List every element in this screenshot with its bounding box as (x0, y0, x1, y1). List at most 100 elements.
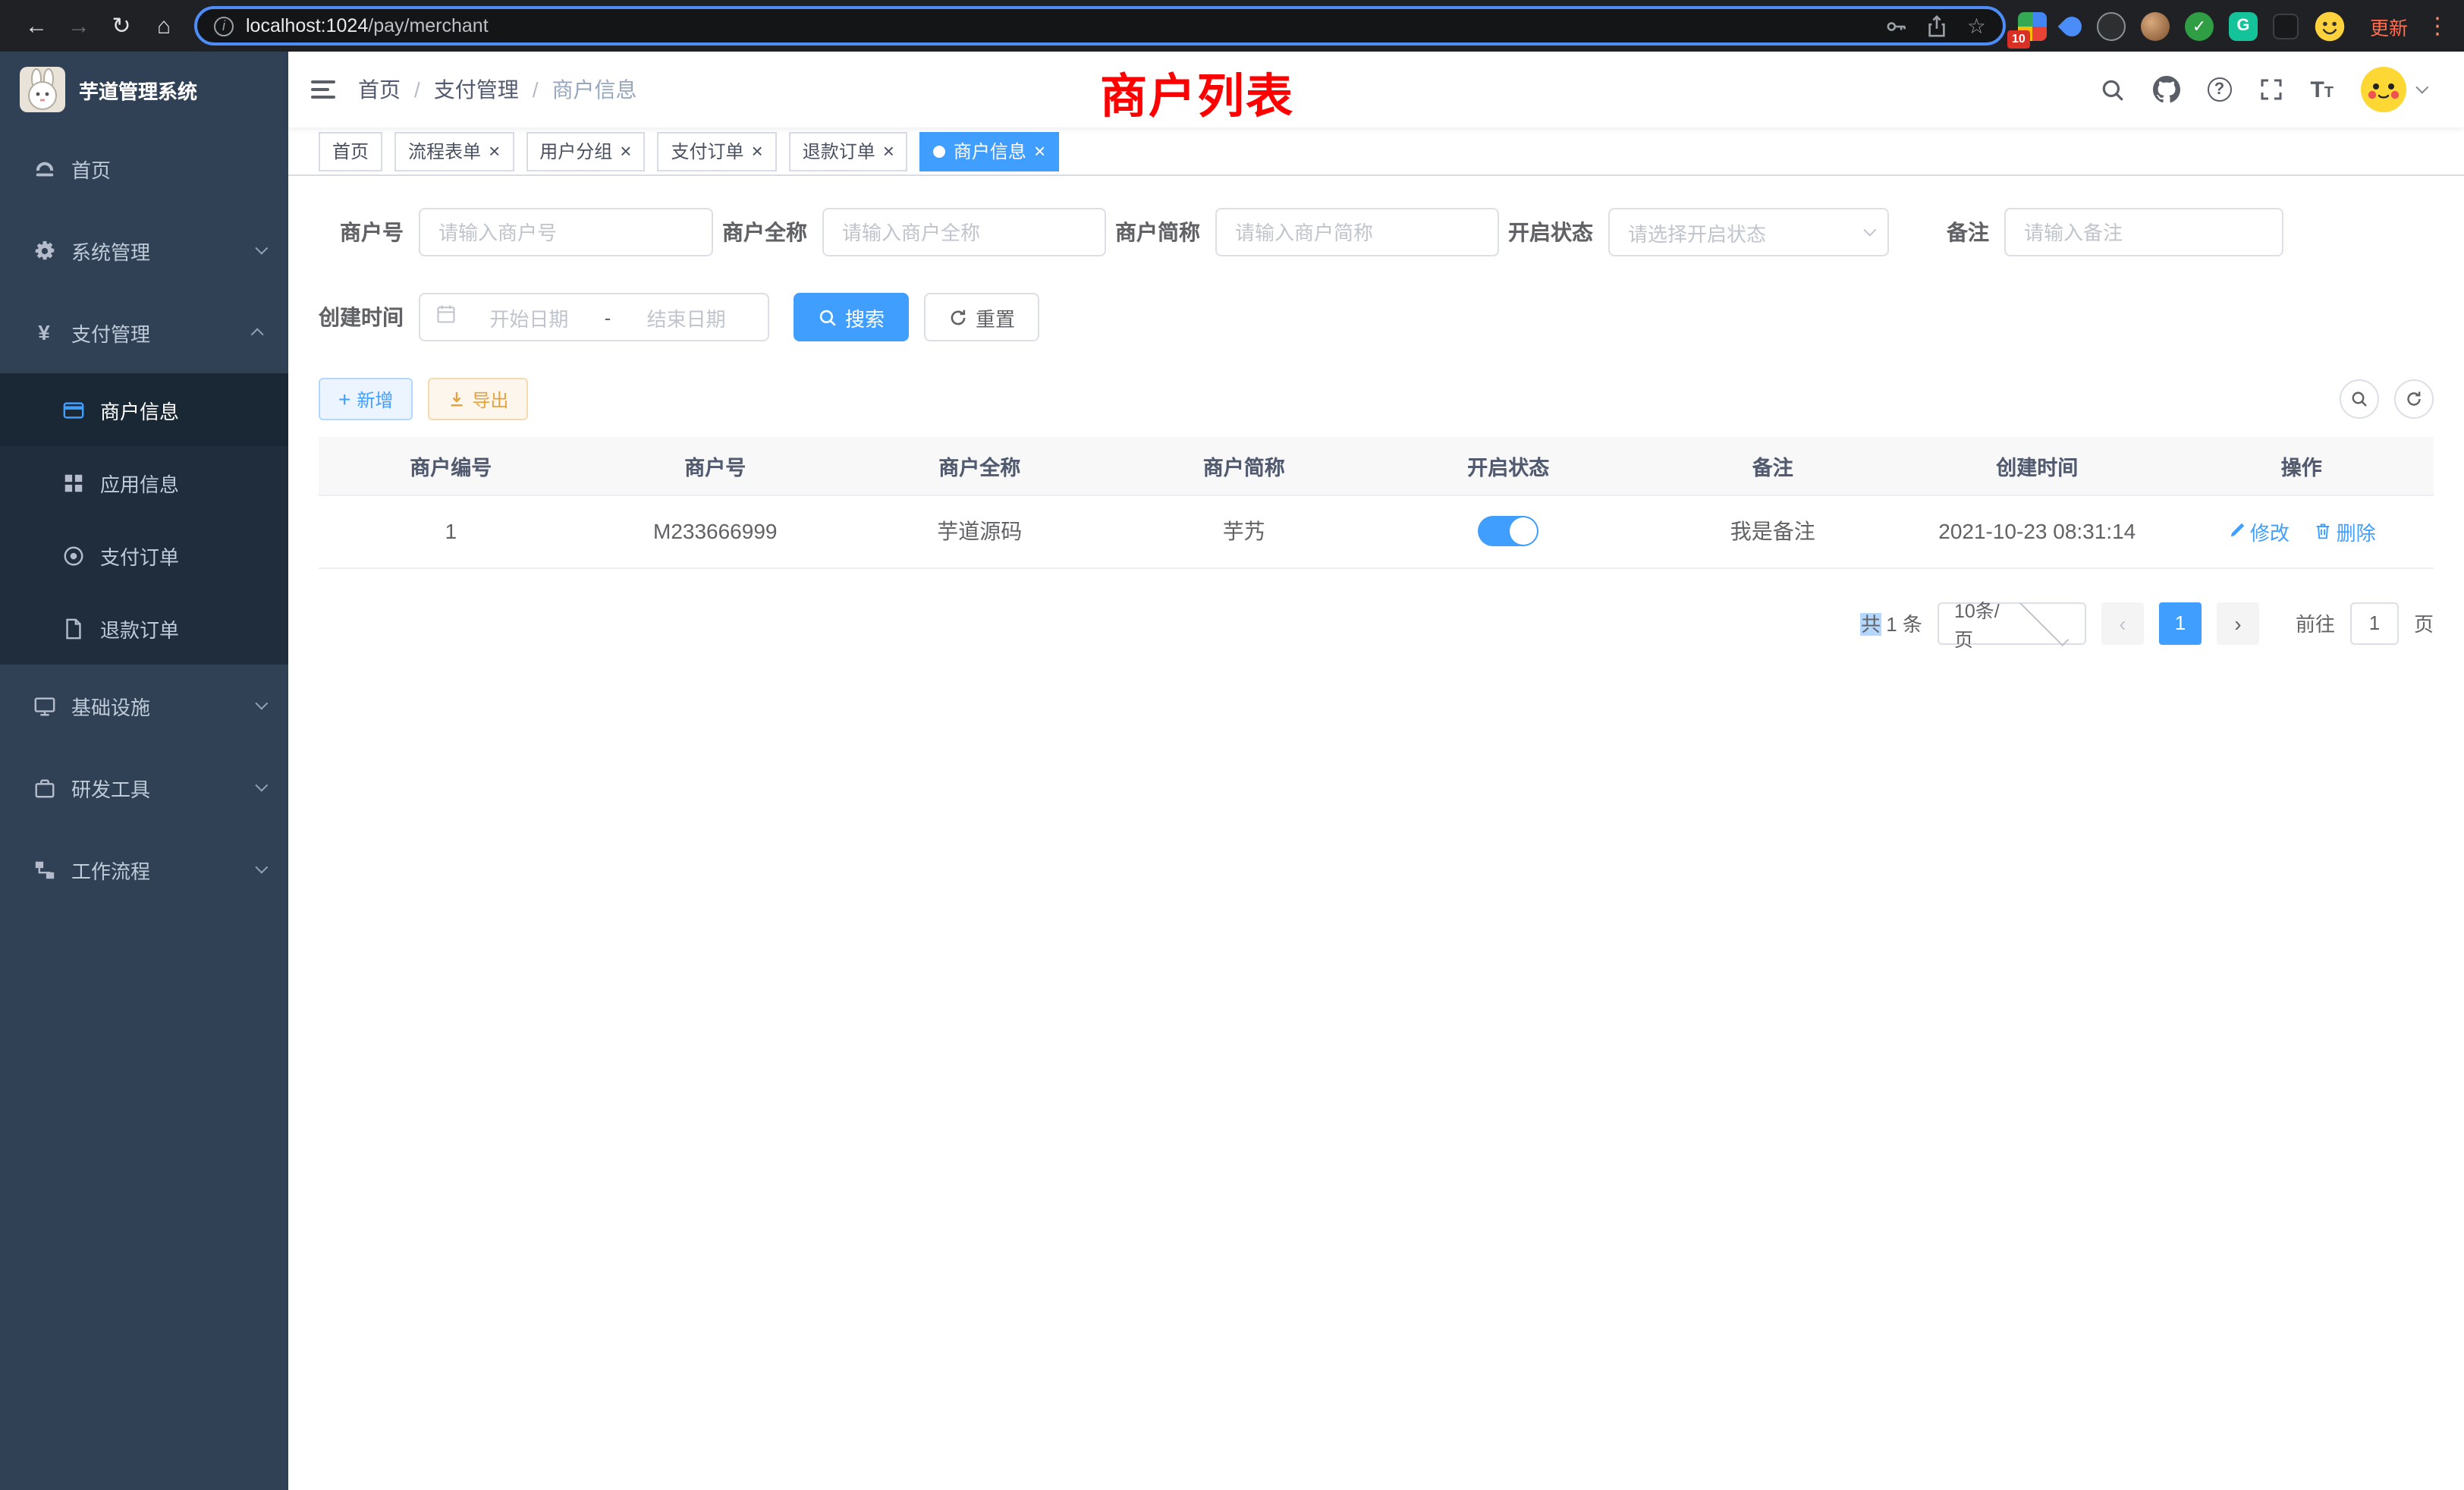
full-name-input[interactable] (822, 208, 1106, 256)
chevron-down-icon (255, 242, 268, 255)
browser-update-button[interactable]: 更新 (2370, 11, 2408, 40)
app-logo[interactable]: 芋道管理系统 (0, 52, 288, 127)
menu-label: 系统管理 (71, 236, 150, 265)
sidebar-item-system[interactable]: 系统管理 (0, 209, 288, 291)
close-icon[interactable]: × (883, 141, 894, 161)
tab-home[interactable]: 首页 (319, 131, 382, 171)
menu-label: 退款订单 (100, 614, 179, 643)
goto-page-input[interactable] (2350, 602, 2399, 644)
profile-smiley-icon[interactable] (2314, 10, 2346, 42)
sidebar-item-refund-order[interactable]: 退款订单 (0, 592, 288, 665)
edit-button[interactable]: 修改 (2227, 517, 2290, 545)
logo-avatar (20, 67, 65, 112)
sidebar-item-infrastructure[interactable]: 基础设施 (0, 665, 288, 747)
date-end-placeholder: 结束日期 (620, 303, 753, 332)
sidebar-item-dev-tools[interactable]: 研发工具 (0, 747, 288, 828)
sidebar-item-payment[interactable]: ¥ 支付管理 (0, 291, 288, 373)
extension-pinned-icon[interactable] (2273, 13, 2299, 39)
extension-check-icon[interactable]: ✓ (2185, 11, 2214, 40)
search-icon[interactable] (2099, 77, 2125, 102)
breadcrumb-home[interactable]: 首页 (358, 74, 401, 105)
close-icon[interactable]: × (752, 141, 763, 161)
extension-globe-icon[interactable] (2097, 11, 2126, 40)
extension-colorful-icon[interactable]: 10 (2018, 11, 2047, 40)
filter-row-2: 创建时间 开始日期 - 结束日期 搜索 重置 (319, 293, 2434, 341)
delete-button[interactable]: 删除 (2314, 517, 2376, 545)
address-bar[interactable]: i localhost:1024/pay/merchant ☆ (194, 6, 2006, 46)
refresh-button[interactable] (2394, 379, 2434, 419)
fullscreen-icon[interactable] (2258, 77, 2283, 102)
sidebar-item-pay-order[interactable]: 支付订单 (0, 519, 288, 592)
status-toggle[interactable] (1478, 516, 1538, 546)
extension-avatar-icon[interactable] (2141, 11, 2170, 40)
breadcrumb-separator: / (414, 77, 420, 102)
calendar-icon (435, 303, 457, 332)
page-size-select[interactable]: 10条/页 (1938, 602, 2086, 644)
font-size-icon[interactable]: TT (2310, 78, 2334, 101)
add-button[interactable]: + 新增 (319, 378, 413, 420)
user-menu[interactable] (2361, 67, 2425, 112)
extension-grammarly-icon[interactable]: G (2229, 11, 2258, 40)
browser-forward-icon[interactable]: → (58, 5, 100, 47)
pagination: 共 1 条 10条/页 ‹ 1 › 前往 页 (319, 602, 2434, 644)
screen: ← → ↻ ⌂ i localhost:1024/pay/merchant ☆ … (0, 0, 2464, 1490)
next-page-button[interactable]: › (2217, 602, 2259, 644)
sidebar-item-merchant-info[interactable]: 商户信息 (0, 373, 288, 446)
sidebar-toggle-icon[interactable] (288, 80, 358, 99)
menu-label: 基础设施 (71, 691, 150, 720)
sidebar-item-workflow[interactable]: 工作流程 (0, 828, 288, 910)
full-name-label: 商户全称 (722, 217, 822, 247)
col-remark: 备注 (1641, 437, 1906, 495)
chevron-down-icon (2020, 596, 2069, 645)
extensions-area: 10 ✓ G (2018, 10, 2346, 42)
export-button[interactable]: 导出 (428, 378, 528, 420)
reset-button[interactable]: 重置 (924, 293, 1039, 341)
menu-label: 应用信息 (100, 468, 179, 497)
sidebar-item-home[interactable]: 首页 (0, 127, 288, 209)
close-icon[interactable]: × (489, 141, 500, 161)
sidebar-item-app-info[interactable]: 应用信息 (0, 446, 288, 519)
dashboard-icon (32, 157, 56, 180)
remark-input[interactable] (2004, 208, 2283, 256)
yen-icon: ¥ (32, 320, 56, 344)
menu-label: 研发工具 (71, 773, 150, 802)
password-key-icon[interactable] (1885, 14, 1908, 37)
status-select[interactable]: 请选择开启状态 (1608, 208, 1889, 256)
target-icon (61, 544, 85, 567)
help-icon[interactable]: ? (2207, 77, 2231, 102)
prev-page-button[interactable]: ‹ (2101, 602, 2144, 644)
breadcrumb-current: 商户信息 (552, 74, 637, 105)
close-icon[interactable]: × (1034, 141, 1045, 161)
tab-refund-order[interactable]: 退款订单× (789, 131, 908, 171)
url-host: localhost:1024 (246, 15, 368, 36)
short-name-input[interactable] (1215, 208, 1499, 256)
sidebar: 芋道管理系统 首页 系统管理 ¥ 支付管理 (0, 52, 288, 1490)
date-separator: - (602, 306, 614, 328)
tab-user-group[interactable]: 用户分组× (526, 131, 645, 171)
cell-create-time: 2021-10-23 08:31:14 (1905, 495, 2170, 567)
browser-back-icon[interactable]: ← (15, 5, 58, 47)
search-button[interactable]: 搜索 (794, 293, 909, 341)
merchant-no-input[interactable] (419, 208, 713, 256)
browser-menu-icon[interactable]: ⋮ (2426, 12, 2449, 39)
tab-pay-order[interactable]: 支付订单× (657, 131, 776, 171)
page-info-icon[interactable]: i (214, 16, 234, 36)
avatar (2361, 67, 2406, 112)
tab-merchant-info[interactable]: 商户信息× (920, 131, 1059, 171)
share-icon[interactable] (1926, 14, 1949, 37)
browser-reload-icon[interactable]: ↻ (100, 5, 143, 47)
tab-process-form[interactable]: 流程表单× (394, 131, 514, 171)
filter-row-1: 商户号 商户全称 商户简称 开启状态 请选择开启状态 (319, 208, 2434, 256)
github-icon[interactable] (2152, 76, 2180, 103)
col-merchant-no: 商户号 (583, 437, 848, 495)
close-icon[interactable]: × (620, 141, 631, 161)
bookmark-star-icon[interactable]: ☆ (1967, 15, 1986, 36)
browser-home-icon[interactable]: ⌂ (143, 5, 185, 47)
toggle-search-button[interactable] (2340, 379, 2379, 419)
create-time-range[interactable]: 开始日期 - 结束日期 (419, 293, 769, 341)
menu-label: 支付订单 (100, 541, 179, 570)
breadcrumb-payment[interactable]: 支付管理 (434, 74, 519, 105)
extension-drop-icon[interactable] (2062, 16, 2082, 36)
page-1-button[interactable]: 1 (2159, 602, 2202, 644)
url-text: localhost:1024/pay/merchant (246, 15, 1873, 36)
